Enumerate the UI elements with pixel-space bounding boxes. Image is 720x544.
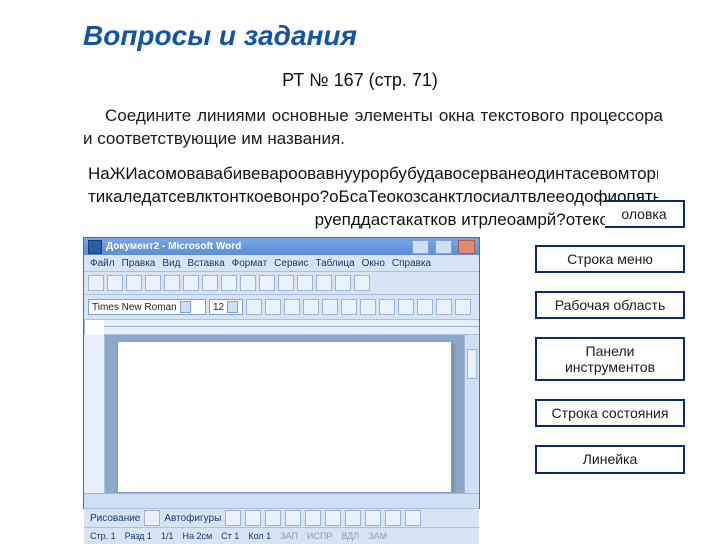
- label-box-toolbars[interactable]: Панели инструментов: [535, 337, 685, 381]
- garble-line-1: НаЖИасомовавабивевароовавнуурорбубудавос…: [88, 163, 658, 186]
- columns-icon[interactable]: [316, 275, 332, 291]
- table-icon[interactable]: [297, 275, 313, 291]
- italic-icon[interactable]: [265, 299, 281, 315]
- horizontal-scrollbar[interactable]: [84, 493, 479, 508]
- word-status-bar: Стр. 1 Разд 1 1/1 На 2см Ст 1 Кол 1 ЗАП …: [84, 527, 479, 544]
- chevron-down-icon[interactable]: [180, 301, 191, 313]
- task-text: Соедините линиями основные элементы окна…: [83, 105, 663, 151]
- align-right-icon[interactable]: [341, 299, 357, 315]
- word-formatting-toolbar[interactable]: Times New Roman 12: [84, 295, 479, 320]
- word-window: Документ2 - Microsoft Word Файл Правка В…: [83, 237, 480, 509]
- font-name-combo[interactable]: Times New Roman: [88, 299, 206, 315]
- menu-edit[interactable]: Правка: [122, 258, 156, 269]
- word-vertical-ruler[interactable]: [84, 335, 105, 493]
- menu-tools[interactable]: Сервис: [274, 258, 308, 269]
- overlapped-questions: НаЖИасомовавабивевароовавнуурорбубудавос…: [88, 163, 658, 232]
- menu-insert[interactable]: Вставка: [187, 258, 224, 269]
- menu-view[interactable]: Вид: [162, 258, 180, 269]
- page-title: Вопросы и задания: [83, 20, 357, 52]
- align-center-icon[interactable]: [322, 299, 338, 315]
- task-first-line: Соедините линиями основные элементы окна: [83, 106, 475, 125]
- drawing-label[interactable]: Рисование: [90, 513, 140, 524]
- oval-icon[interactable]: [285, 510, 301, 526]
- align-left-icon[interactable]: [303, 299, 319, 315]
- reference-line: РТ № 167 (стр. 71): [0, 70, 720, 91]
- label-box-work-area[interactable]: Рабочая область: [535, 291, 685, 319]
- open-icon[interactable]: [107, 275, 123, 291]
- wordart-icon[interactable]: [325, 510, 341, 526]
- autoshapes-menu[interactable]: Автофигуры: [164, 513, 221, 524]
- copy-icon[interactable]: [221, 275, 237, 291]
- minimize-button[interactable]: [412, 240, 429, 254]
- word-menu-bar[interactable]: Файл Правка Вид Вставка Формат Сервис Та…: [84, 255, 479, 272]
- select-arrow-icon[interactable]: [144, 510, 160, 526]
- label-box-status-bar[interactable]: Строка состояния: [535, 399, 685, 427]
- word-work-area[interactable]: [105, 335, 464, 493]
- zoom-icon[interactable]: [335, 275, 351, 291]
- shadow-icon[interactable]: [385, 510, 401, 526]
- garble-line-2: тикаледатсевлктонткоевонро?оБсаТеокозсан…: [88, 186, 658, 209]
- font-size-combo[interactable]: 12: [209, 299, 243, 315]
- line-color-icon[interactable]: [365, 510, 381, 526]
- line-icon[interactable]: [225, 510, 241, 526]
- preview-icon[interactable]: [164, 275, 180, 291]
- font-color-icon[interactable]: [455, 299, 471, 315]
- arrow-icon[interactable]: [245, 510, 261, 526]
- bold-icon[interactable]: [246, 299, 262, 315]
- print-icon[interactable]: [145, 275, 161, 291]
- label-box-title-bar-partial: оловка: [605, 200, 685, 228]
- textbox-icon[interactable]: [305, 510, 321, 526]
- word-drawing-toolbar[interactable]: Рисование Автофигуры: [84, 508, 479, 527]
- align-justify-icon[interactable]: [360, 299, 376, 315]
- word-title-bar: Документ2 - Microsoft Word: [84, 238, 479, 255]
- underline-icon[interactable]: [284, 299, 300, 315]
- word-horizontal-ruler[interactable]: [104, 320, 479, 335]
- indent-dec-icon[interactable]: [417, 299, 433, 315]
- word-page-sheet[interactable]: [117, 341, 452, 493]
- scrollbar-thumb[interactable]: [467, 349, 477, 379]
- menu-table[interactable]: Таблица: [315, 258, 354, 269]
- help-icon[interactable]: [354, 275, 370, 291]
- menu-window[interactable]: Окно: [362, 258, 385, 269]
- three-d-icon[interactable]: [405, 510, 421, 526]
- cut-icon[interactable]: [202, 275, 218, 291]
- rectangle-icon[interactable]: [265, 510, 281, 526]
- label-box-ruler[interactable]: Линейка: [535, 445, 685, 473]
- fill-color-icon[interactable]: [345, 510, 361, 526]
- undo-icon[interactable]: [259, 275, 275, 291]
- numbering-icon[interactable]: [398, 299, 414, 315]
- word-app-icon: [88, 240, 102, 254]
- bullets-icon[interactable]: [379, 299, 395, 315]
- word-standard-toolbar[interactable]: [84, 272, 479, 295]
- word-caption: Документ2 - Microsoft Word: [106, 241, 241, 252]
- chevron-down-icon[interactable]: [227, 301, 238, 313]
- save-icon[interactable]: [126, 275, 142, 291]
- new-doc-icon[interactable]: [88, 275, 104, 291]
- vertical-scrollbar[interactable]: [464, 335, 479, 493]
- garble-line-3: руепддастакатков итрлеоамрй?отекстовым: [88, 209, 658, 232]
- close-button[interactable]: [458, 240, 475, 254]
- paste-icon[interactable]: [240, 275, 256, 291]
- redo-icon[interactable]: [278, 275, 294, 291]
- label-column: Строка меню Рабочая область Панели инстр…: [535, 245, 685, 492]
- maximize-button[interactable]: [435, 240, 452, 254]
- menu-help[interactable]: Справка: [392, 258, 431, 269]
- spell-icon[interactable]: [183, 275, 199, 291]
- indent-inc-icon[interactable]: [436, 299, 452, 315]
- menu-file[interactable]: Файл: [90, 258, 115, 269]
- label-box-menu-bar[interactable]: Строка меню: [535, 245, 685, 273]
- menu-format[interactable]: Формат: [232, 258, 268, 269]
- word-body: [84, 335, 479, 493]
